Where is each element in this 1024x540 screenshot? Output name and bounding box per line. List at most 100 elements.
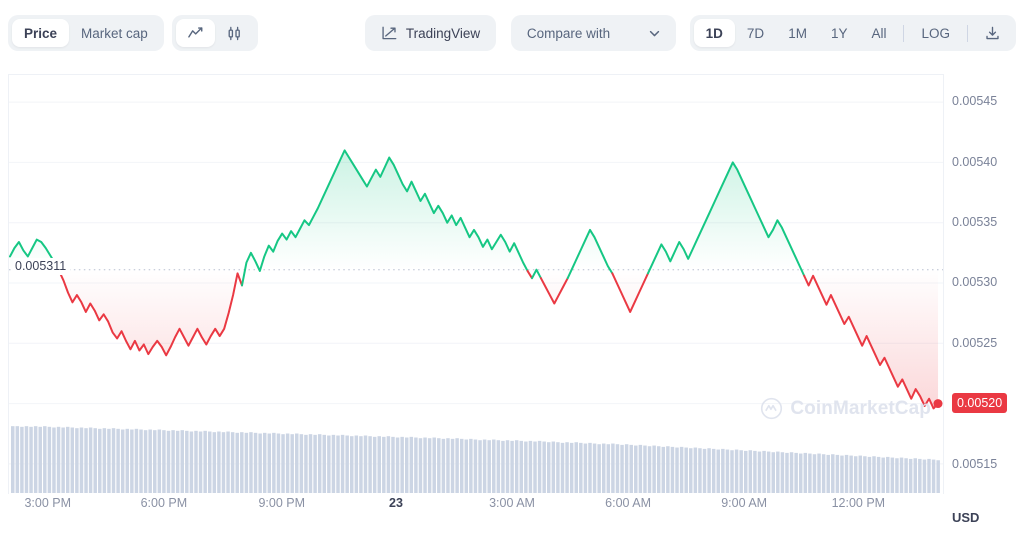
y-axis-tick: 0.00530 xyxy=(952,275,998,290)
range-1y[interactable]: 1Y xyxy=(819,19,860,47)
volume-bar xyxy=(652,445,656,494)
volume-bar xyxy=(547,442,551,494)
volume-bar xyxy=(583,443,588,494)
volume-bar xyxy=(249,432,253,494)
volume-bar xyxy=(75,428,79,494)
range-1d[interactable]: 1D xyxy=(693,19,735,47)
volume-bar xyxy=(88,427,93,494)
line-chart-button[interactable] xyxy=(175,19,215,47)
volume-bar xyxy=(808,453,812,494)
volume-bar xyxy=(780,452,785,494)
range-1m[interactable]: 1M xyxy=(776,19,819,47)
volume-bar xyxy=(936,460,940,494)
y-axis-tick: 0.00545 xyxy=(952,94,998,109)
volume-bar xyxy=(43,426,47,494)
volume-bar xyxy=(194,430,198,494)
volume-bar xyxy=(65,426,70,494)
volume-bar xyxy=(148,429,152,494)
volume-bar xyxy=(304,434,308,494)
volume-bar xyxy=(221,432,226,494)
y-axis-tick: 0.00525 xyxy=(952,335,998,350)
volume-bar xyxy=(734,449,739,494)
tradingview-icon xyxy=(381,25,398,42)
volume-bar xyxy=(794,452,798,494)
volume-bar xyxy=(766,451,771,494)
volume-bar xyxy=(363,435,368,494)
download-button[interactable] xyxy=(973,19,1012,47)
volume-bar xyxy=(482,439,487,494)
volume-bar xyxy=(404,437,409,494)
volume-bar xyxy=(409,436,414,494)
volume-bar xyxy=(125,428,130,494)
volume-bar xyxy=(317,434,322,494)
volume-bar xyxy=(70,427,75,494)
volume-bar xyxy=(817,453,821,494)
volume-bar xyxy=(441,438,446,494)
volume-bar xyxy=(853,456,858,494)
volume-bar xyxy=(185,430,189,494)
tradingview-button[interactable]: TradingView xyxy=(364,15,497,51)
volume-bar xyxy=(446,438,450,494)
volume-bar xyxy=(569,442,574,494)
volume-bar xyxy=(464,439,469,494)
volume-bar xyxy=(262,432,267,494)
x-axis-tick: 3:00 PM xyxy=(24,496,72,510)
volume-bar xyxy=(313,434,317,494)
volume-bar xyxy=(666,446,670,494)
volume-bar xyxy=(322,434,327,494)
candlestick-chart-button[interactable] xyxy=(215,19,254,47)
volume-bar xyxy=(757,451,762,494)
range-all[interactable]: All xyxy=(859,19,898,47)
tradingview-label: TradingView xyxy=(405,25,481,41)
volume-bar xyxy=(519,440,524,494)
volume-bar xyxy=(647,446,652,494)
volume-bar xyxy=(377,436,381,494)
volume-bar xyxy=(217,431,221,494)
volume-bars xyxy=(10,426,940,494)
volume-bar xyxy=(560,442,565,494)
x-axis-tick: 12:00 PM xyxy=(831,496,886,510)
volume-bar xyxy=(863,456,867,494)
tab-market-cap[interactable]: Market cap xyxy=(69,19,160,47)
compare-with-dropdown[interactable]: Compare with xyxy=(510,15,676,51)
volume-bar xyxy=(382,436,386,494)
tab-price[interactable]: Price xyxy=(12,19,70,47)
volume-bar xyxy=(514,440,519,494)
volume-bar xyxy=(111,428,116,494)
volume-bar xyxy=(693,447,698,494)
price-line-chart xyxy=(9,75,943,494)
chart-plot-area[interactable]: 0.005311 CoinMarketCap xyxy=(8,74,944,494)
volume-bar xyxy=(753,450,757,494)
volume-bar xyxy=(244,432,249,494)
volume-bar xyxy=(38,426,42,494)
y-axis-tick: 0.00535 xyxy=(952,215,998,230)
volume-bar xyxy=(285,433,290,494)
volume-bar xyxy=(143,430,148,494)
volume-bar xyxy=(427,438,432,494)
volume-bar xyxy=(153,430,157,494)
volume-bar xyxy=(336,435,340,494)
volume-bar xyxy=(331,434,336,494)
download-icon xyxy=(984,25,1001,42)
volume-bar xyxy=(881,457,885,494)
volume-bar xyxy=(730,450,734,494)
volume-bar xyxy=(267,433,272,494)
volume-bar xyxy=(180,430,184,494)
volume-bar xyxy=(675,447,679,494)
volume-bar xyxy=(139,429,143,494)
volume-bar xyxy=(803,452,808,494)
volume-bar xyxy=(858,455,863,494)
log-scale-button[interactable]: LOG xyxy=(909,19,962,47)
range-7d[interactable]: 7D xyxy=(735,19,776,47)
x-axis-tick: 6:00 AM xyxy=(605,496,652,510)
volume-bar xyxy=(739,450,743,494)
volume-bar xyxy=(116,428,120,494)
chart-type-toggle-group xyxy=(171,15,258,51)
volume-bar xyxy=(831,454,835,494)
volume-bar xyxy=(698,448,702,494)
volume-bar xyxy=(895,458,899,494)
volume-bar xyxy=(771,452,775,494)
volume-bar xyxy=(620,444,624,494)
volume-bar xyxy=(189,431,194,494)
volume-bar xyxy=(437,438,441,494)
